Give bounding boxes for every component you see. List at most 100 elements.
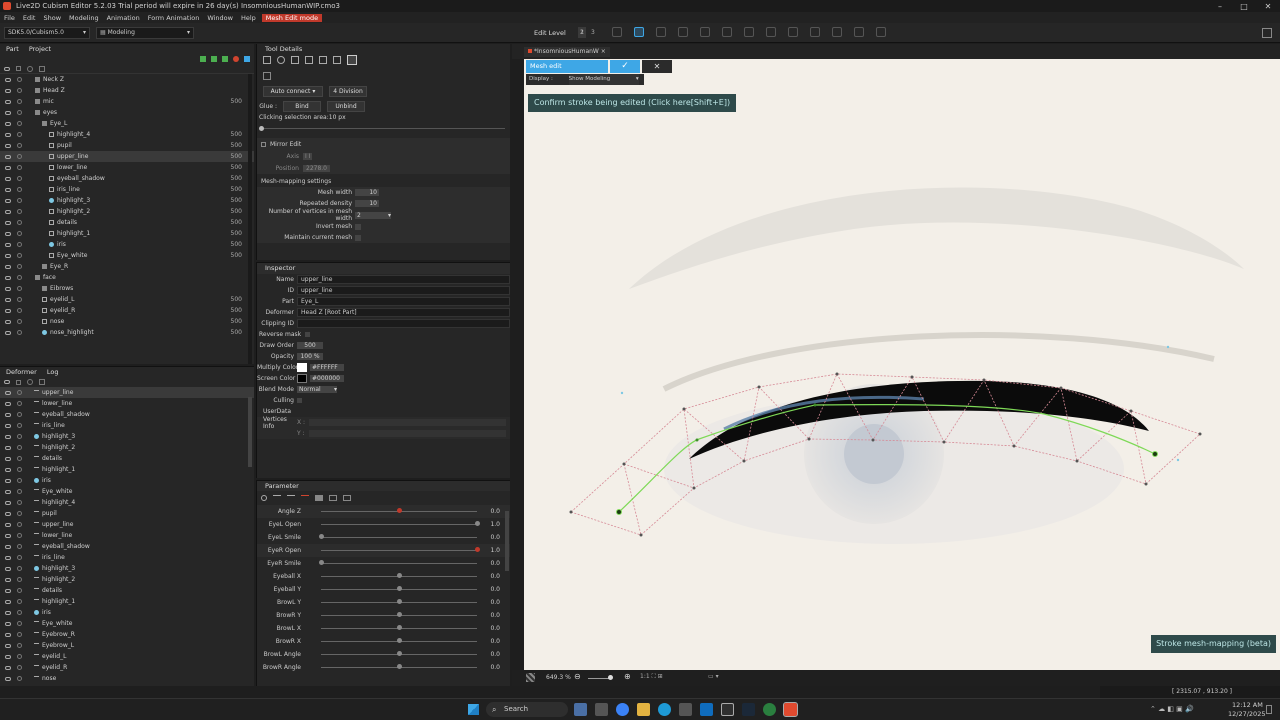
lock-toggle-icon[interactable] [17,209,22,214]
visibility-eye-icon[interactable] [5,165,11,170]
parameter-slider-knob[interactable] [397,638,402,643]
part-tree-row[interactable]: Head Z [0,85,254,96]
lock-toggle-icon[interactable] [17,665,22,670]
visibility-eye-icon[interactable] [5,467,11,472]
parameter-slider-knob[interactable] [397,508,402,513]
parameter-value[interactable]: 0.0 [490,599,500,606]
position-value[interactable]: 2278.0 [303,164,330,172]
deformer-tree-row[interactable]: highlight_4 [0,497,254,508]
visibility-eye-icon[interactable] [5,643,11,648]
remove-key-icon[interactable] [301,495,309,501]
visibility-eye-icon[interactable] [5,599,11,604]
lock-toggle-icon[interactable] [17,390,22,395]
confirm-check-button[interactable]: ✓ [610,60,640,73]
lock-toggle-icon[interactable] [17,522,22,527]
deformer-tree-row[interactable]: eyelid_R [0,662,254,673]
lock-toggle-icon[interactable] [17,286,22,291]
lock-toggle-icon[interactable] [17,275,22,280]
arrow-tool-icon[interactable] [744,27,754,37]
parameter-row[interactable]: BrowR X 0.0 [257,635,510,648]
parameter-slider-knob[interactable] [475,521,480,526]
arrow-select-icon[interactable] [263,56,271,64]
auto-connect-select[interactable]: Auto connect ▾ [263,85,323,97]
lock-toggle-icon[interactable] [17,588,22,593]
screen-color-value[interactable]: #000000 [310,375,344,382]
pin-tool-icon[interactable] [854,27,864,37]
parameter-row[interactable]: BrowL X 0.0 [257,622,510,635]
lock-toggle-icon[interactable] [17,121,22,126]
visibility-eye-icon[interactable] [5,99,11,104]
menu-help[interactable]: Help [237,14,260,22]
parameter-slider-knob[interactable] [397,612,402,617]
deformer-tree-row[interactable]: nose [0,673,254,684]
deformer-tree-row[interactable]: highlight_3 [0,563,254,574]
lock-toggle-icon[interactable] [17,176,22,181]
division-button[interactable]: 4 Division [329,85,367,97]
visibility-icon[interactable] [4,66,10,71]
stroke-mid-point[interactable] [813,403,817,407]
visibility-eye-icon[interactable] [5,198,11,203]
tab-deformer[interactable]: Deformer [6,368,37,376]
slider-knob[interactable] [259,126,264,131]
parameter-row[interactable]: EyeL Open 1.0 [257,518,510,531]
lock-toggle-icon[interactable] [17,308,22,313]
lock-toggle-icon[interactable] [17,231,22,236]
reverse-mask-checkbox[interactable] [305,332,311,337]
visibility-eye-icon[interactable] [5,319,11,324]
lock-toggle-icon[interactable] [17,577,22,582]
invert-mesh-checkbox[interactable] [355,223,361,230]
edit-level-2[interactable]: 2 [580,29,584,36]
widgets-icon[interactable] [574,703,587,716]
inspector-field-value[interactable] [297,319,510,328]
lock-toggle-icon[interactable] [17,165,22,170]
canvas-document-tab[interactable]: *InsomniousHumanW × [524,47,610,57]
visibility-eye-icon[interactable] [5,242,11,247]
stroke-icon[interactable] [263,72,271,80]
clicking-area-slider[interactable] [257,124,510,134]
view-mode-icon[interactable]: ▭ ▾ [708,673,719,680]
deformer-tree-row[interactable]: eyeball_shadow [0,409,254,420]
lock-toggle-icon[interactable] [17,445,22,450]
deformer-tree-row[interactable]: upper_line [0,387,254,398]
parameter-slider-knob[interactable] [397,586,402,591]
lock-toggle-icon[interactable] [17,555,22,560]
multiply-color-value[interactable]: #FFFFFF [310,364,344,371]
visibility-eye-icon[interactable] [5,665,11,670]
deformer-tree-row[interactable]: Eye_white [0,618,254,629]
lock-icon[interactable] [16,379,21,385]
part-tree-row[interactable]: pupil 500 [0,140,254,151]
screen-color-swatch[interactable] [297,374,307,383]
lock-icon[interactable] [16,66,21,71]
lock-toggle-icon[interactable] [17,264,22,269]
lock-toggle-icon[interactable] [17,544,22,549]
menu-animation[interactable]: Animation [103,14,144,22]
lock-toggle-icon[interactable] [17,110,22,115]
stroke-mesh-icon[interactable] [347,55,357,65]
lock-toggle-icon[interactable] [17,632,22,637]
part-tree-row[interactable]: highlight_1 500 [0,228,254,239]
deformer-tree-row[interactable]: upper_line [0,519,254,530]
menu-icon[interactable] [329,495,337,501]
parameter-row[interactable]: EyeR Open 1.0 [257,544,510,557]
menu-file[interactable]: File [0,14,19,22]
part-tree-row[interactable]: highlight_2 500 [0,206,254,217]
lock-toggle-icon[interactable] [17,566,22,571]
maintain-mesh-checkbox[interactable] [355,234,361,241]
lock-toggle-icon[interactable] [17,319,22,324]
visibility-eye-icon[interactable] [5,264,11,269]
play-icon[interactable] [261,495,267,501]
part-tree-row[interactable]: details 500 [0,217,254,228]
visibility-eye-icon[interactable] [5,330,11,335]
parameter-value[interactable]: 0.0 [490,560,500,567]
parameter-row[interactable]: EyeL Smile 0.0 [257,531,510,544]
deformer-tree-row[interactable]: highlight_2 [0,442,254,453]
list-icon[interactable] [315,495,323,501]
filter-icon[interactable] [27,65,33,72]
parameter-value[interactable]: 0.0 [490,625,500,632]
opacity-input[interactable]: 100 % [297,353,323,360]
num-vertices-select[interactable]: 2 ▾ [355,211,391,219]
part-tree-row[interactable]: iris 500 [0,239,254,250]
stroke-end-point[interactable] [1152,451,1158,457]
deformer-tree-row[interactable]: details [0,453,254,464]
inspector-field-value[interactable]: upper_line [297,286,510,295]
